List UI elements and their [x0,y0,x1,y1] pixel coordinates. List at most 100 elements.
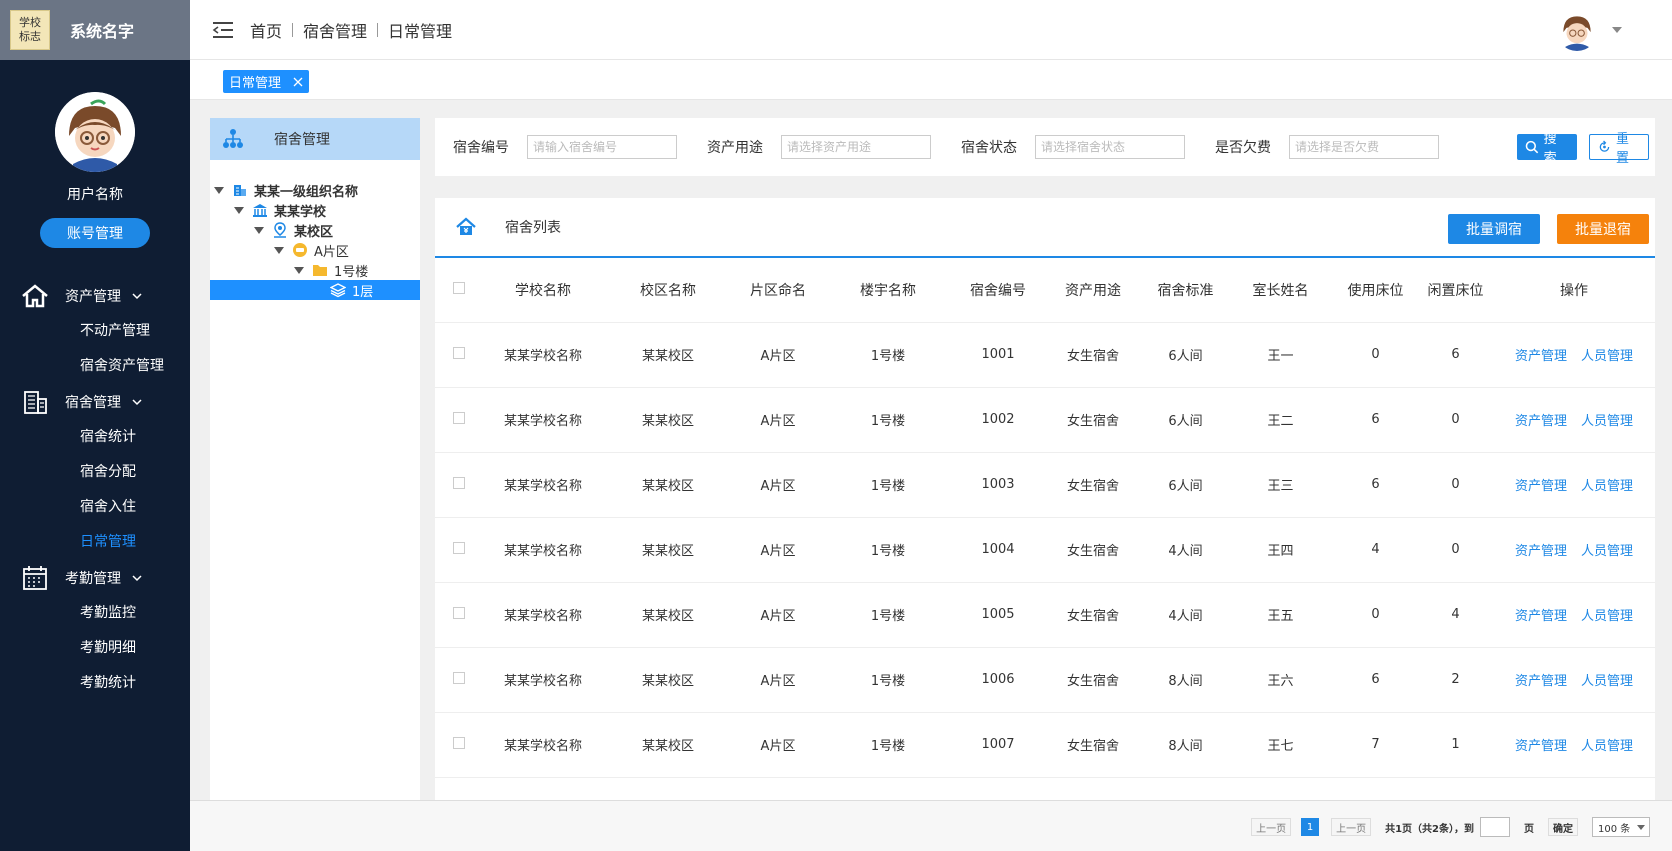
expand-triangle-icon[interactable] [254,226,264,234]
asset-management-link[interactable]: 资产管理 [1515,479,1567,494]
row-select-cell[interactable] [435,582,483,648]
chevron-down-icon [132,293,142,300]
tree-node-building[interactable]: 1号楼 [210,260,420,280]
menu-item-daily-management[interactable]: 日常管理 [0,525,190,560]
asset-management-link[interactable]: 资产管理 [1515,414,1567,429]
tree-node-label: 1层 [352,284,374,300]
building-icon [24,391,47,414]
people-management-link[interactable]: 人员管理 [1581,739,1633,754]
breadcrumb-dorm[interactable]: 宿舍管理 [303,18,367,42]
reset-button[interactable]: 重置 [1589,132,1649,166]
asset-management-link[interactable]: 资产管理 [1515,609,1567,624]
tree-node-org[interactable]: 某某一级组织名称 [210,180,420,200]
expand-triangle-icon[interactable] [234,206,244,214]
people-management-link[interactable]: 人员管理 [1581,479,1633,494]
expand-triangle-icon[interactable] [274,246,284,254]
prev-page-button[interactable]: 上一页 [1251,818,1292,836]
dorm-number-input[interactable] [527,135,677,159]
page-number-current[interactable]: 1 [1301,818,1320,836]
people-management-link[interactable]: 人员管理 [1581,349,1633,364]
arrears-select[interactable] [1289,135,1439,159]
column-header: 室长姓名 [1228,258,1333,323]
user-avatar[interactable] [55,92,135,172]
user-name: 用户名称 [67,187,123,203]
asset-usage-select[interactable] [781,135,931,159]
page-confirm-button[interactable]: 确定 [1548,818,1578,836]
menu-collapse-icon[interactable] [212,21,234,39]
menu-group-asset[interactable]: 资产管理 [0,278,190,314]
menu-item-dorm-checkin[interactable]: 宿舍入住 [0,490,190,525]
row-checkbox[interactable] [453,736,465,749]
account-management-button[interactable]: 账号管理 [40,218,150,248]
row-checkbox[interactable] [453,476,465,489]
logo-line2: 标志 [19,30,41,43]
people-management-link[interactable]: 人员管理 [1581,414,1633,429]
table-cell: 0 [1418,387,1493,453]
menu-item-real-estate[interactable]: 不动产管理 [0,314,190,349]
menu-item-dorm-assets[interactable]: 宿舍资产管理 [0,349,190,384]
header-avatar[interactable] [1556,9,1598,51]
table-cell: 6人间 [1143,322,1228,388]
asset-management-link[interactable]: 资产管理 [1515,349,1567,364]
table-cell: 某某学校名称 [483,647,603,713]
table-cell: 6 [1333,387,1418,453]
asset-management-link[interactable]: 资产管理 [1515,544,1567,559]
row-checkbox[interactable] [453,346,465,359]
row-checkbox[interactable] [453,671,465,684]
asset-management-link[interactable]: 资产管理 [1515,739,1567,754]
next-page-button[interactable]: 上一页 [1331,818,1372,836]
table-cell: 某某校区 [603,582,733,648]
page-size-select[interactable]: 100 条 [1592,817,1650,837]
menu-group-dorm[interactable]: 宿舍管理 [0,384,190,420]
batch-transfer-button[interactable]: 批量调宿 [1448,214,1540,244]
expand-triangle-icon[interactable] [214,186,224,194]
tab-daily-management[interactable]: 日常管理 [223,70,310,93]
search-button[interactable]: 搜索 [1517,132,1577,166]
menu-item-attendance-detail[interactable]: 考勤明细 [0,631,190,666]
table-cell: A片区 [733,452,823,518]
select-all-checkbox[interactable] [453,281,465,294]
table-cell: 女生宿舍 [1043,452,1143,518]
table-cell: A片区 [733,712,823,778]
menu-item-dorm-stats[interactable]: 宿舍统计 [0,420,190,455]
dorm-list-panel: 宿舍列表 批量调宿 批量退宿 学校名称 校区名称 片区命名 楼宇名称 宿舍编号 … [435,198,1655,800]
header-user-menu[interactable] [1556,9,1622,51]
user-dropdown-caret-icon[interactable] [1612,27,1622,33]
close-icon[interactable] [293,77,303,87]
row-select-cell[interactable] [435,387,483,453]
operation-cell: 资产管理 人员管理 [1493,712,1655,778]
table-cell: 王四 [1228,517,1333,583]
column-header: 宿舍标准 [1143,258,1228,323]
menu-group-attendance[interactable]: 考勤管理 [0,560,190,596]
expand-triangle-icon[interactable] [294,266,304,274]
list-title: 宿舍列表 [505,220,561,236]
row-select-cell[interactable] [435,322,483,388]
people-management-link[interactable]: 人员管理 [1581,674,1633,689]
row-select-cell[interactable] [435,517,483,583]
reset-button-label: 重置 [1615,132,1629,166]
page-jump-input[interactable] [1480,817,1510,837]
table-cell: 2 [1418,647,1493,713]
tree-node-school[interactable]: 某某学校 [210,200,420,220]
select-all-cell[interactable] [435,258,483,323]
tree-node-area[interactable]: A片区 [210,240,420,260]
row-select-cell[interactable] [435,712,483,778]
breadcrumb-daily[interactable]: 日常管理 [388,18,452,42]
breadcrumb-home[interactable]: 首页 [250,18,282,42]
tree-node-floor[interactable]: 1层 [210,280,420,300]
row-checkbox[interactable] [453,606,465,619]
people-management-link[interactable]: 人员管理 [1581,609,1633,624]
row-select-cell[interactable] [435,452,483,518]
table-cell: 6人间 [1143,452,1228,518]
tree-node-campus[interactable]: 某校区 [210,220,420,240]
menu-item-attendance-monitor[interactable]: 考勤监控 [0,596,190,631]
row-select-cell[interactable] [435,647,483,713]
menu-item-attendance-stats[interactable]: 考勤统计 [0,666,190,701]
dorm-status-select[interactable] [1035,135,1185,159]
asset-management-link[interactable]: 资产管理 [1515,674,1567,689]
batch-checkout-button[interactable]: 批量退宿 [1557,214,1649,244]
menu-item-dorm-allocation[interactable]: 宿舍分配 [0,455,190,490]
people-management-link[interactable]: 人员管理 [1581,544,1633,559]
row-checkbox[interactable] [453,411,465,424]
row-checkbox[interactable] [453,541,465,554]
